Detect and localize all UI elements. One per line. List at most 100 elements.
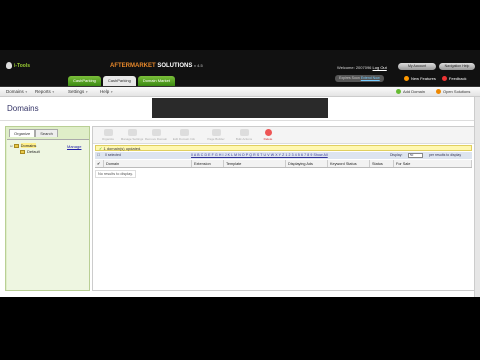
- feedback-label: Feedback: [448, 76, 467, 81]
- bulk-icon: [239, 129, 249, 136]
- logo: i-Tools: [6, 62, 30, 69]
- my-account-button[interactable]: My Account: [398, 63, 436, 70]
- delete-button[interactable]: Delete: [255, 129, 281, 141]
- alpha-filter[interactable]: 0 A B C D E F G H I J K L M N O P Q R S …: [191, 152, 328, 159]
- tab-cashparking-1[interactable]: CashParking: [68, 76, 101, 86]
- header-links: New Features Feedback: [404, 76, 467, 82]
- menu-help-label: Help: [100, 89, 110, 94]
- logo-icon: [6, 62, 12, 69]
- new-features-label: New Features: [411, 76, 436, 81]
- star-icon: [404, 76, 409, 82]
- menu-domains[interactable]: Domains▼: [6, 89, 28, 94]
- title-row: Domains: [0, 97, 480, 121]
- tab-search[interactable]: Search: [35, 129, 58, 137]
- empty-message: No results to display.: [95, 170, 136, 178]
- page-builder-button[interactable]: Page Builder: [203, 129, 229, 141]
- top-header: i-Tools AFTERMARKET SOLUTIONS v 4.5 Welc…: [0, 50, 480, 87]
- add-domain-link[interactable]: Add Domain: [396, 89, 426, 95]
- logout-link[interactable]: Log Out: [373, 65, 387, 70]
- domains-panel: Organize Manage Settings Remove Domain E…: [92, 126, 475, 291]
- folder-tree: ⊟ Domains Default Manage: [7, 139, 89, 290]
- welcome-label: Welcome: 2007096: [337, 65, 372, 70]
- welcome-text: Welcome: 2007096 Log Out: [337, 65, 387, 70]
- organize-label: Organize: [101, 137, 115, 141]
- col-template[interactable]: Template: [224, 160, 286, 167]
- chevron-down-icon: ▼: [51, 90, 55, 94]
- navigation-help-button[interactable]: Navigation Help: [439, 63, 475, 70]
- folder-icon: [13, 143, 19, 148]
- solutions-icon: [436, 89, 441, 95]
- version-label: v 4.5: [194, 63, 203, 68]
- selected-count: 0 selected: [105, 153, 121, 157]
- col-for-sale[interactable]: For Sale: [394, 160, 472, 167]
- tab-cashparking-2[interactable]: CashParking: [102, 76, 136, 86]
- product-tabs: CashParking CashParking Domain Market: [68, 76, 175, 86]
- menu-domains-label: Domains: [6, 89, 24, 94]
- col-status[interactable]: Status: [370, 160, 394, 167]
- bulk-actions-button[interactable]: Bulk Actions: [231, 129, 257, 141]
- expire-label: Expires Soon: [339, 76, 360, 80]
- update-notice: ✓ 1 domain(s) updated.: [95, 145, 472, 151]
- tab-domain-market[interactable]: Domain Market: [137, 76, 175, 86]
- page-title: Domains: [7, 104, 39, 113]
- edit-domain-label: Edit Domain Info: [172, 137, 196, 141]
- col-domain[interactable]: Domain: [104, 160, 192, 167]
- folder-icon: [20, 149, 25, 154]
- chevron-down-icon: ▼: [85, 90, 89, 94]
- remove-icon: [151, 129, 161, 136]
- left-tabs: Organize Search: [9, 129, 58, 137]
- add-icon: [396, 89, 401, 95]
- col-displaying-ads[interactable]: Displaying Ads: [286, 160, 328, 167]
- edit-domain-button[interactable]: Edit Domain Info: [171, 129, 197, 141]
- bulk-actions-label: Bulk Actions: [235, 137, 253, 141]
- table-header: ✔ Domain Extension Template Displaying A…: [95, 160, 472, 168]
- banner-image: [152, 98, 328, 118]
- chevron-down-icon: ▼: [24, 90, 28, 94]
- organize-button[interactable]: Organize: [95, 129, 121, 141]
- toolbar: Organize Manage Settings Remove Domain E…: [93, 127, 474, 144]
- brand-title: AFTERMARKET SOLUTIONS v 4.5: [110, 63, 203, 69]
- manage-link[interactable]: Manage: [67, 144, 81, 149]
- per-page-select[interactable]: 50: [408, 153, 423, 158]
- tree-node-domains[interactable]: ⊟ Domains: [10, 143, 37, 148]
- open-solutions-label: Open Solutions: [443, 89, 471, 94]
- display-label: Display:: [390, 153, 403, 157]
- page-icon: [211, 129, 221, 136]
- notice-text: 1 domain(s) updated.: [103, 146, 142, 151]
- feedback-icon: [441, 76, 447, 82]
- extend-link[interactable]: Extend Now: [361, 76, 380, 80]
- collapse-icon: ⊟: [10, 144, 13, 148]
- open-solutions-link[interactable]: Open Solutions: [436, 89, 471, 95]
- manage-settings-button[interactable]: Manage Settings: [119, 129, 145, 141]
- remove-domain-button[interactable]: Remove Domain: [143, 129, 169, 141]
- expire-notice: Expires Soon Extend Now: [335, 75, 384, 82]
- menu-settings[interactable]: Settings▼: [68, 89, 88, 94]
- page-builder-label: Page Builder: [207, 137, 225, 141]
- tree-node-label: Default: [27, 149, 40, 154]
- page-scrollbar[interactable]: [474, 97, 480, 297]
- tab-organize[interactable]: Organize: [9, 129, 36, 137]
- new-features-link[interactable]: New Features: [404, 76, 436, 82]
- tree-node-default[interactable]: Default: [20, 149, 40, 154]
- filter-row: ☐ 0 selected 0 A B C D E F G H I J K L M…: [95, 152, 472, 159]
- menu-reports[interactable]: Reports▼: [35, 89, 55, 94]
- col-extension[interactable]: Extension: [192, 160, 224, 167]
- select-checkbox-icon[interactable]: ☐: [97, 152, 100, 159]
- per-page-suffix: per results to display: [429, 153, 462, 157]
- select-all-checkbox[interactable]: ✔: [95, 160, 104, 167]
- delete-icon: [264, 129, 272, 136]
- settings-icon: [127, 129, 137, 136]
- edit-icon: [179, 129, 189, 136]
- delete-label: Delete: [263, 137, 273, 141]
- menu-settings-label: Settings: [68, 89, 85, 94]
- add-domain-label: Add Domain: [403, 89, 426, 94]
- brand-suffix: SOLUTIONS: [157, 63, 193, 69]
- manage-settings-label: Manage Settings: [120, 137, 144, 141]
- logo-text: i-Tools: [14, 62, 31, 69]
- tree-node-label: Domains: [20, 143, 37, 148]
- feedback-link[interactable]: Feedback: [441, 76, 467, 82]
- col-keyword-status[interactable]: Keyword Status: [328, 160, 370, 167]
- menu-help[interactable]: Help▼: [100, 89, 113, 94]
- check-icon: ✓: [99, 146, 103, 151]
- chevron-down-icon: ▼: [110, 90, 114, 94]
